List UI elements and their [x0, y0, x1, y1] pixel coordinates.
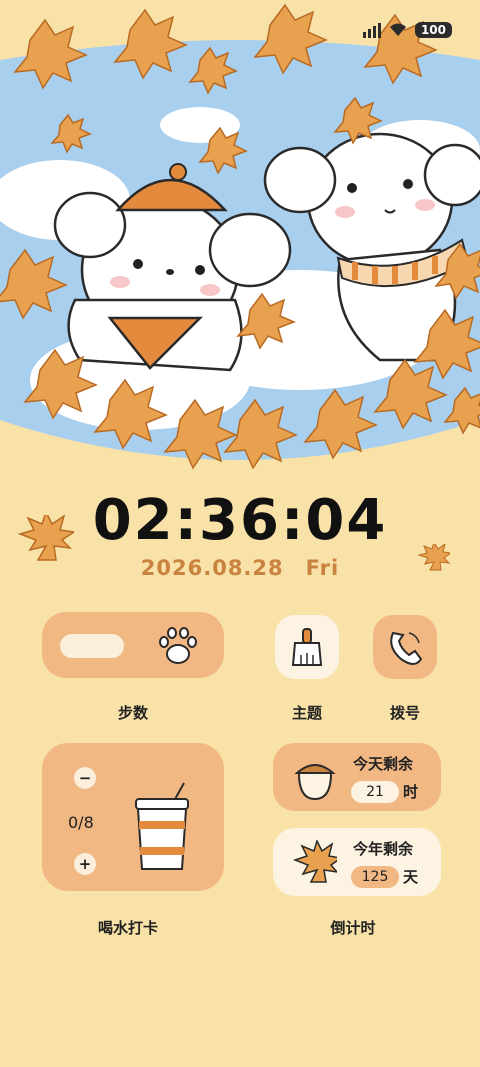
steps-widget[interactable]	[42, 612, 224, 678]
today-remaining-widget[interactable]: 今天剩余 21 时	[273, 743, 441, 811]
dial-label: 拨号	[389, 704, 420, 722]
dial-app-icon[interactable]	[373, 615, 437, 679]
water-count: 0/8	[68, 813, 94, 832]
water-minus-button[interactable]: −	[74, 767, 96, 789]
cup-icon	[135, 782, 189, 870]
battery-indicator: 100	[414, 22, 452, 38]
autumn-puppies-illustration	[0, 0, 480, 490]
year-value: 125	[351, 866, 399, 888]
steps-progress-bar	[60, 634, 124, 658]
wallpaper-illustration	[0, 0, 480, 490]
wifi-icon	[389, 23, 406, 36]
status-bar: 100	[362, 22, 452, 38]
phone-icon	[390, 631, 423, 665]
year-title: 今年剩余	[353, 840, 414, 858]
maple-leaf-small-icon	[418, 544, 450, 571]
maple-leaf-icon	[293, 840, 337, 883]
today-unit: 时	[403, 783, 419, 801]
countdown-label: 倒计时	[330, 919, 376, 937]
water-plus-button[interactable]: +	[74, 853, 96, 875]
theme-app-icon[interactable]	[275, 615, 339, 679]
date-text: 2026.08.28	[140, 556, 284, 580]
signal-icon	[362, 22, 381, 38]
weekday-text: Fri	[305, 556, 340, 580]
steps-label: 步数	[117, 704, 148, 722]
today-title: 今天剩余	[353, 755, 414, 773]
today-value: 21	[351, 781, 399, 803]
water-widget: − 0/8 +	[42, 743, 224, 891]
water-label: 喝水打卡	[97, 919, 158, 937]
brush-icon	[291, 628, 323, 666]
year-remaining-widget[interactable]: 今年剩余 125 天	[273, 828, 441, 896]
paw-icon	[159, 627, 197, 664]
acorn-icon	[294, 764, 336, 801]
theme-label: 主题	[291, 704, 322, 722]
maple-leaf-icon	[18, 515, 74, 561]
year-unit: 天	[403, 868, 419, 886]
